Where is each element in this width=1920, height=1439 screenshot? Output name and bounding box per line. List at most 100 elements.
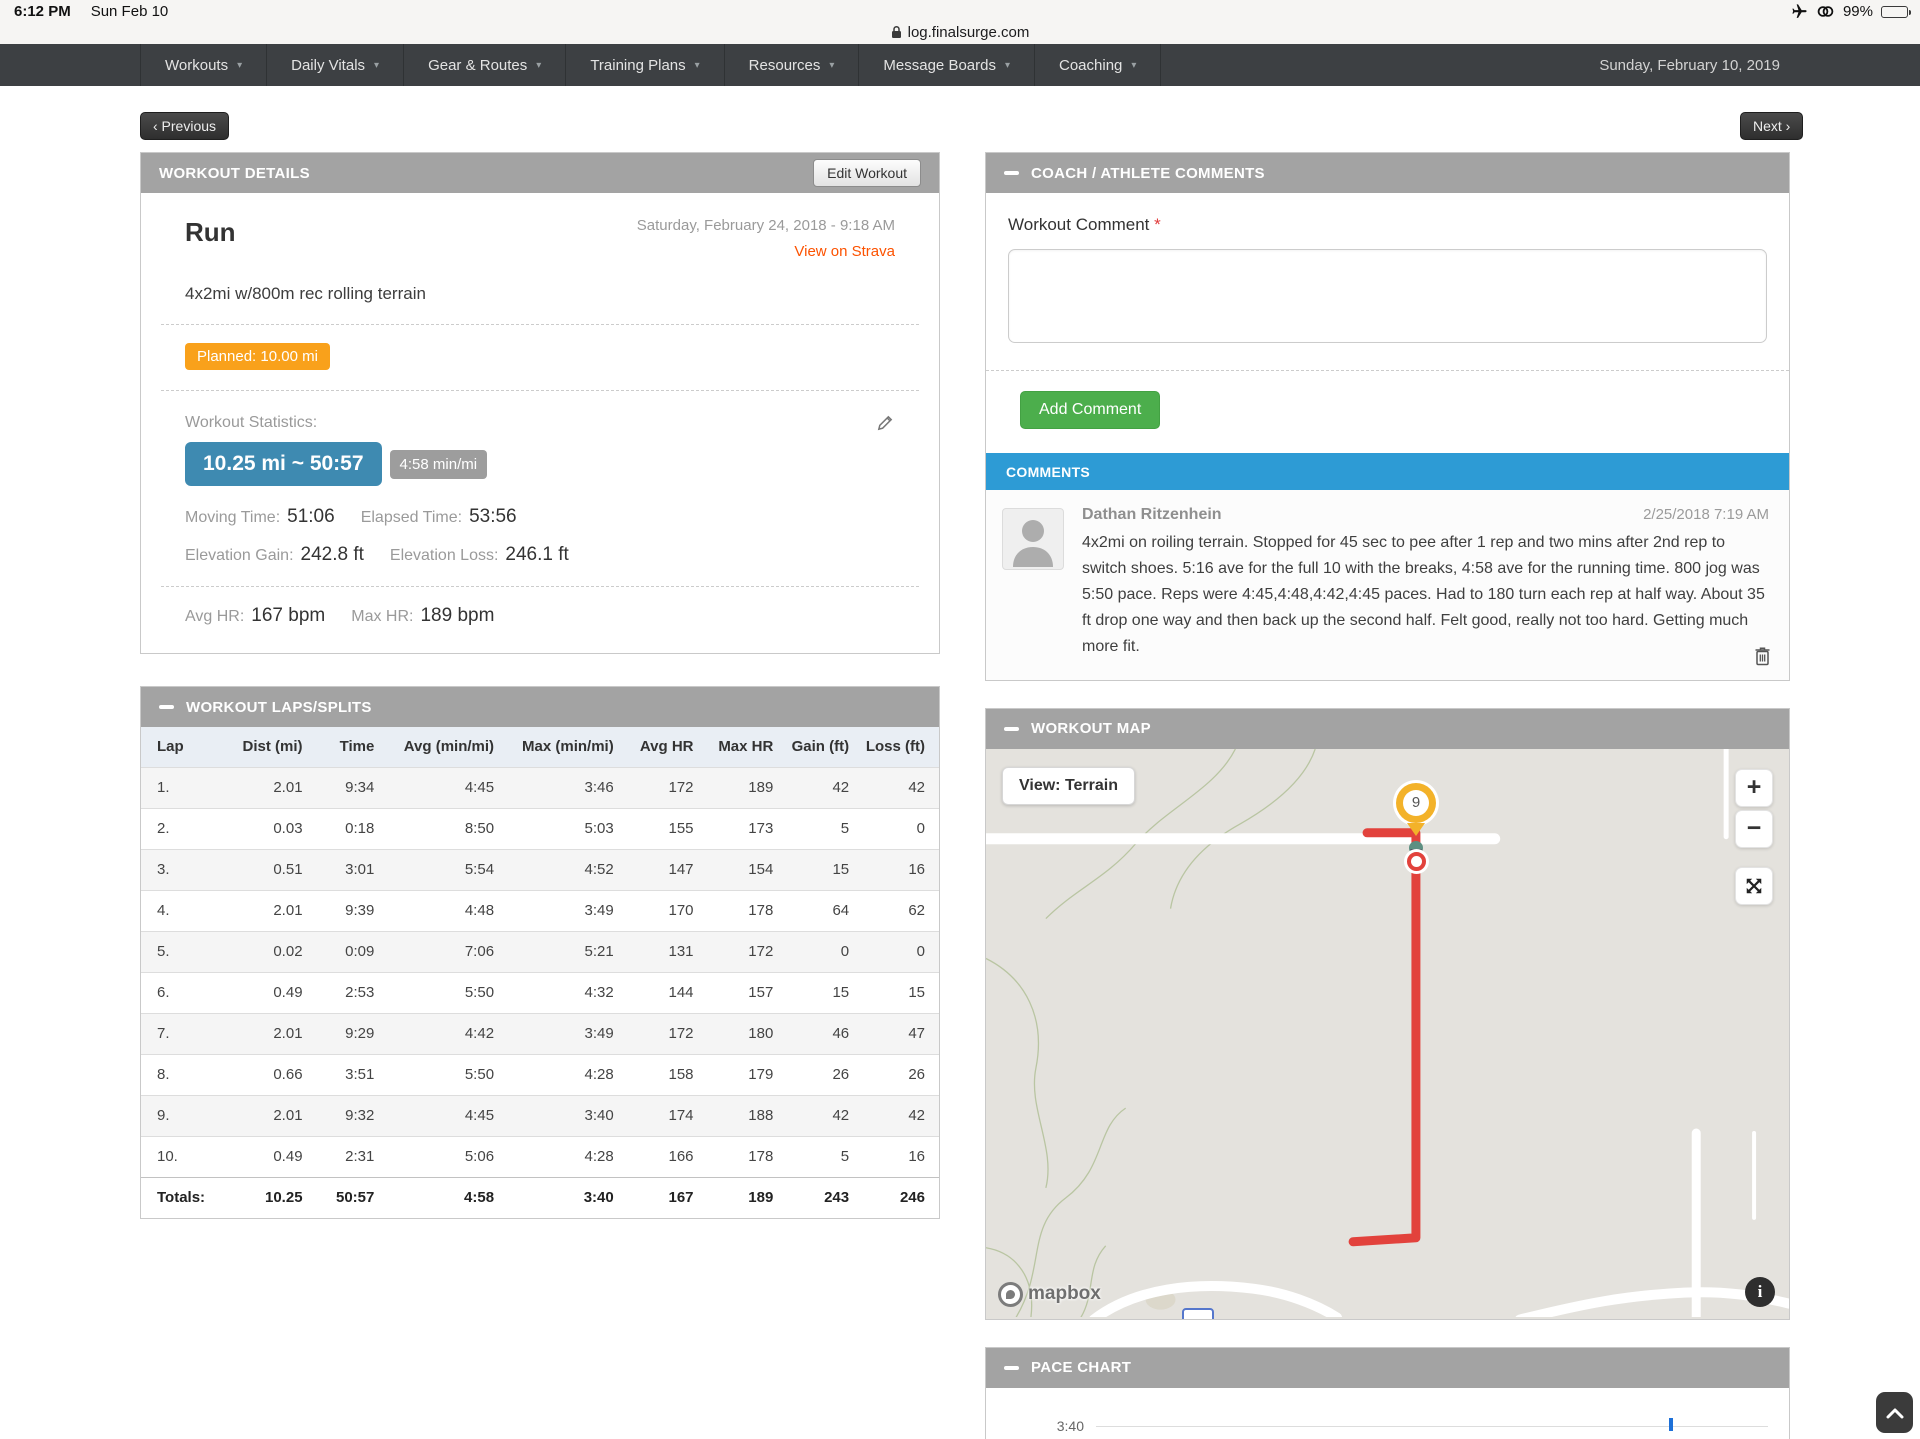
- chevron-up-icon: [1885, 1406, 1905, 1420]
- workout-details-title: WORKOUT DETAILS: [159, 165, 310, 182]
- nav-item-label: Message Boards: [883, 57, 996, 74]
- coach-comments-title: COACH / ATHLETE COMMENTS: [1031, 165, 1265, 182]
- lap-cell: 3:49: [508, 890, 628, 931]
- lap-cell: 157: [708, 972, 788, 1013]
- status-left: 6:12 PM Sun Feb 10: [14, 3, 168, 20]
- view-on-strava-link[interactable]: View on Strava: [637, 243, 895, 260]
- table-row: 3.0.513:015:544:521471541516: [141, 849, 939, 890]
- pace-chart-title: PACE CHART: [1031, 1359, 1131, 1376]
- map-fullscreen-button[interactable]: [1735, 867, 1773, 905]
- comment-author: Dathan Ritzenhein: [1082, 506, 1222, 524]
- nav-item-training-plans[interactable]: Training Plans▾: [565, 44, 723, 86]
- chevron-down-icon: ▾: [536, 60, 541, 71]
- lap-cell: 4:28: [508, 1136, 628, 1177]
- map-zoom-out-button[interactable]: −: [1735, 810, 1773, 848]
- table-row: 6.0.492:535:504:321441571515: [141, 972, 939, 1013]
- lap-cell: 189: [708, 1177, 788, 1218]
- elevation-gain-value: 242.8 ft: [301, 544, 364, 566]
- nav-item-label: Workouts: [165, 57, 228, 74]
- lap-cell: 3:51: [317, 1054, 389, 1095]
- nav-item-daily-vitals[interactable]: Daily Vitals▾: [266, 44, 403, 86]
- divider: [161, 586, 919, 587]
- lap-cell: 172: [708, 931, 788, 972]
- nav-item-gear-routes[interactable]: Gear & Routes▾: [403, 44, 565, 86]
- laps-table-body: 1.2.019:344:453:4617218942422.0.030:188:…: [141, 767, 939, 1177]
- scroll-to-top-button[interactable]: [1876, 1392, 1913, 1433]
- map-zoom-in-button[interactable]: +: [1735, 769, 1773, 807]
- map-pin-marker[interactable]: 9: [1394, 783, 1438, 836]
- elevation-loss-value: 246.1 ft: [505, 544, 568, 566]
- lap-cell: 9.: [141, 1095, 221, 1136]
- edit-workout-button[interactable]: Edit Workout: [813, 159, 921, 187]
- nav-item-workouts[interactable]: Workouts▾: [140, 44, 266, 86]
- next-workout-button[interactable]: Next ›: [1740, 112, 1803, 140]
- table-row: 8.0.663:515:504:281581792626: [141, 1054, 939, 1095]
- route-start-marker: [1407, 852, 1426, 871]
- required-asterisk: *: [1154, 215, 1161, 234]
- lap-cell: 5:03: [508, 808, 628, 849]
- lap-cell: 62: [863, 890, 939, 931]
- workout-details-body: Run Saturday, February 24, 2018 - 9:18 A…: [141, 193, 939, 653]
- nav-item-coaching[interactable]: Coaching▾: [1034, 44, 1161, 86]
- url-bar[interactable]: log.finalsurge.com: [0, 20, 1920, 44]
- laps-table: LapDist (mi)TimeAvg (min/mi)Max (min/mi)…: [141, 727, 939, 1218]
- workout-comment-input[interactable]: [1008, 249, 1767, 343]
- lap-cell: 9:34: [317, 767, 389, 808]
- comment-form: Workout Comment * Add Comment: [986, 193, 1789, 453]
- lap-cell: 5: [787, 808, 863, 849]
- laps-header-row: LapDist (mi)TimeAvg (min/mi)Max (min/mi)…: [141, 727, 939, 767]
- collapse-icon[interactable]: [1004, 1366, 1019, 1370]
- add-comment-button[interactable]: Add Comment: [1020, 391, 1160, 429]
- divider: [161, 390, 919, 391]
- nav-item-label: Training Plans: [590, 57, 685, 74]
- collapse-icon[interactable]: [1004, 727, 1019, 731]
- pace-chart-panel: PACE CHART 3:40: [985, 1347, 1790, 1439]
- elapsed-time-value: 53:56: [469, 506, 517, 528]
- lap-cell: 10.: [141, 1136, 221, 1177]
- lap-cell: 4:28: [508, 1054, 628, 1095]
- nav-item-message-boards[interactable]: Message Boards ▾: [858, 44, 1034, 86]
- lap-cell: 2:31: [317, 1136, 389, 1177]
- map-canvas[interactable]: [986, 749, 1789, 1318]
- nav-item-resources[interactable]: Resources▾: [724, 44, 859, 86]
- lap-cell: 5:50: [388, 972, 508, 1013]
- delete-comment-trash-icon[interactable]: [1754, 646, 1771, 666]
- chevron-down-icon: ▾: [1005, 60, 1010, 71]
- elevation-gain-label: Elevation Gain:: [185, 547, 294, 565]
- lap-cell: 47: [863, 1013, 939, 1054]
- collapse-icon[interactable]: [159, 705, 174, 709]
- lap-cell: Totals:: [141, 1177, 221, 1218]
- status-time: 6:12 PM: [14, 3, 71, 20]
- lap-cell: 166: [628, 1136, 708, 1177]
- lap-cell: 179: [708, 1054, 788, 1095]
- lap-cell: 3:01: [317, 849, 389, 890]
- lap-cell: 0: [863, 808, 939, 849]
- lap-cell: 50:57: [317, 1177, 389, 1218]
- pace-chart-body: 3:40: [986, 1388, 1789, 1439]
- lap-cell: 167: [628, 1177, 708, 1218]
- lap-cell: 46: [787, 1013, 863, 1054]
- mapbox-logo[interactable]: mapbox: [998, 1282, 1101, 1307]
- map-attribution-info-icon[interactable]: i: [1745, 1277, 1775, 1307]
- lap-cell: 178: [708, 890, 788, 931]
- lap-cell: 0.49: [221, 1136, 317, 1177]
- lap-cell: 15: [787, 849, 863, 890]
- divider: [161, 324, 919, 325]
- workout-comment-label: Workout Comment *: [1008, 215, 1767, 235]
- status-right: 99%: [1791, 3, 1908, 20]
- comment-text: 4x2mi on roiling terrain. Stopped for 45…: [1082, 530, 1769, 660]
- url-text: log.finalsurge.com: [908, 24, 1030, 41]
- map-view-terrain-button[interactable]: View: Terrain: [1002, 767, 1135, 805]
- column-header: Dist (mi): [221, 727, 317, 767]
- lap-cell: 188: [708, 1095, 788, 1136]
- map-pin-label: 9: [1403, 790, 1429, 816]
- page: 6:12 PM Sun Feb 10 99% log.finalsurge.co…: [0, 0, 1920, 1439]
- lap-cell: 158: [628, 1054, 708, 1095]
- lap-cell: 5:50: [388, 1054, 508, 1095]
- edit-statistics-pencil-icon[interactable]: [876, 413, 895, 432]
- previous-workout-button[interactable]: ‹ Previous: [140, 112, 229, 140]
- lap-cell: 0: [863, 931, 939, 972]
- ios-status-bar: 6:12 PM Sun Feb 10 99% log.finalsurge.co…: [0, 0, 1920, 44]
- pace-axis-tick: 3:40: [1038, 1418, 1084, 1434]
- collapse-icon[interactable]: [1004, 171, 1019, 175]
